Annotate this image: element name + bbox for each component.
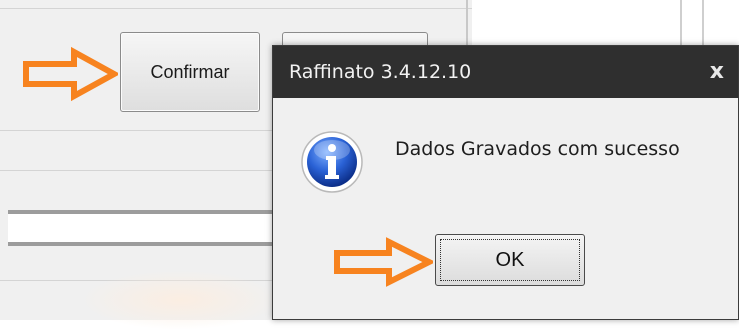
ok-button[interactable]: OK bbox=[435, 234, 585, 286]
right-arrow-outline-icon bbox=[23, 46, 118, 102]
confirm-button-label: Confirmar bbox=[150, 61, 230, 82]
confirm-button[interactable]: Confirmar bbox=[120, 32, 260, 112]
info-icon bbox=[301, 131, 363, 193]
ok-button-label: OK bbox=[495, 248, 525, 271]
dialog-title: Raffinato 3.4.12.10 bbox=[289, 61, 472, 83]
background-image-fragment bbox=[80, 270, 280, 330]
right-arrow-outline-icon bbox=[334, 237, 433, 287]
dialog-titlebar[interactable]: Raffinato 3.4.12.10 x bbox=[273, 46, 738, 98]
dialog-message: Dados Gravados com sucesso bbox=[395, 138, 680, 160]
divider bbox=[0, 8, 472, 9]
close-icon[interactable]: x bbox=[710, 46, 724, 98]
